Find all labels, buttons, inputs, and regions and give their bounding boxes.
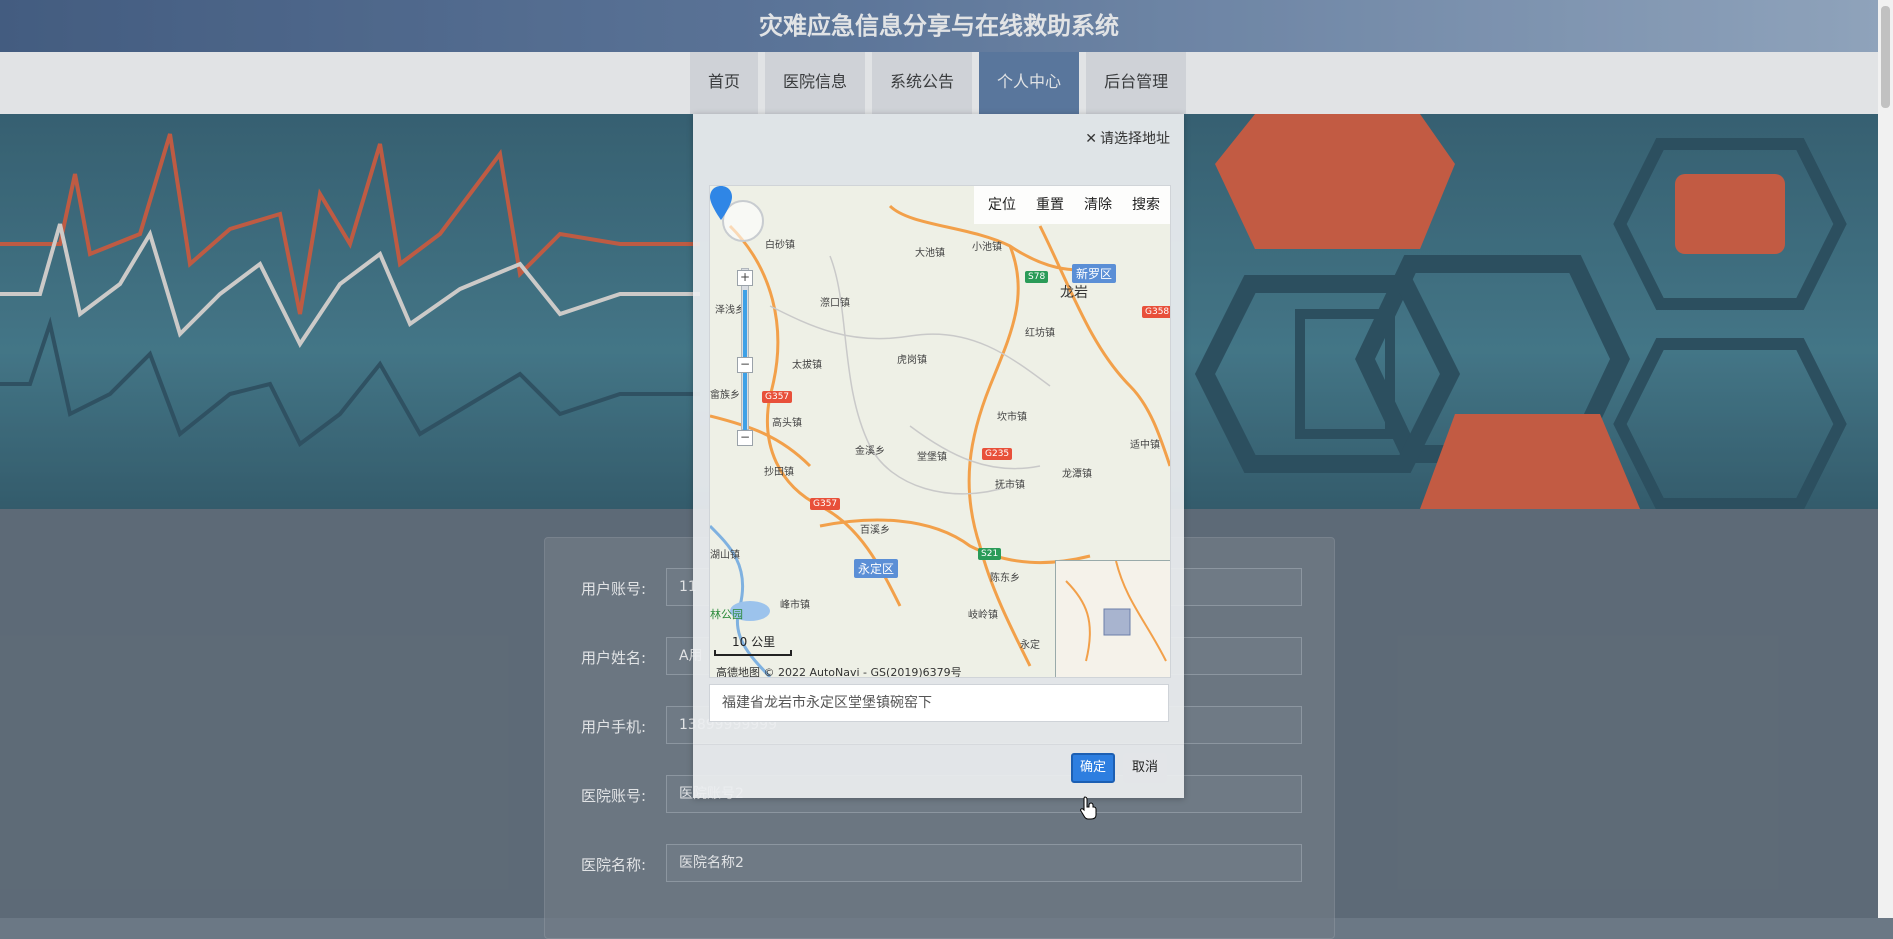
map-label: 林公园 [710,608,743,621]
zoom-slider[interactable] [741,268,749,430]
map-label: 抄田镇 [764,467,794,478]
map-district-label: 永定区 [854,559,899,578]
scrollbar-thumb[interactable] [1881,6,1890,108]
hand-cursor-icon [1080,796,1097,820]
map-label: 大池镇 [915,248,945,259]
road-badge: G358 [1142,306,1170,318]
zoom-handle[interactable]: − [737,357,753,373]
map-copyright: 高德地图 © 2022 AutoNavi - GS(2019)6379号 [716,666,962,678]
map-label: 高头镇 [772,418,802,429]
locate-button[interactable]: 定位 [974,186,1026,224]
map-label: 适中镇 [1130,440,1160,451]
zoom-in-button[interactable]: + [737,270,753,286]
map-label: 陈东乡 [990,573,1020,584]
road-badge: G357 [762,391,793,403]
map-label: 坎市镇 [997,412,1027,423]
location-pin-icon[interactable] [710,186,732,220]
map-view[interactable]: 白砂镇 大池镇 小池镇 新罗区 龙岩 漈口镇 泽浅乡 红坊镇 太拔镇 虎岗镇 畲… [709,185,1171,678]
road-badge: S78 [1025,271,1049,283]
search-button[interactable]: 搜索 [1122,186,1170,224]
map-label: 岐岭镇 [968,610,998,621]
clear-button[interactable]: 清除 [1074,186,1122,224]
vertical-scrollbar[interactable] [1878,0,1893,918]
map-label: 畲族乡 [710,390,740,401]
road-badge: S21 [978,548,1002,560]
map-label: 永定 [1020,640,1040,651]
map-label: 龙潭镇 [1062,469,1092,480]
cancel-button[interactable]: 取消 [1123,753,1167,783]
map-label: 白砂镇 [765,240,795,251]
dialog-close-button[interactable]: ✕ 请选择地址 [1085,128,1170,148]
address-picker-dialog: ✕ 请选择地址 白砂镇 大池镇 小池镇 新罗区 龙岩 漈口镇 泽浅乡 红坊镇 太… [693,114,1184,798]
map-scale-bar [714,650,792,656]
dialog-divider [693,744,1184,745]
reset-button[interactable]: 重置 [1026,186,1074,224]
dialog-title: 请选择地址 [1100,131,1170,147]
confirm-button[interactable]: 确定 [1071,753,1115,783]
road-badge: G357 [810,498,841,510]
map-city-label: 龙岩 [1060,285,1088,301]
minimap[interactable] [1055,560,1170,677]
map-label: 漈口镇 [820,298,850,309]
map-label: 堂堡镇 [917,452,947,463]
map-label: 百溪乡 [860,525,890,536]
map-toolbar: 定位 重置 清除 搜索 [974,186,1170,224]
map-label: 太拔镇 [792,360,822,371]
zoom-out-button[interactable]: − [737,430,753,446]
map-label: 虎岗镇 [897,355,927,366]
close-icon: ✕ [1085,131,1097,147]
map-label: 抚市镇 [995,480,1025,491]
map-label: 湖山镇 [710,550,740,561]
road-badge: G235 [982,448,1013,460]
map-label: 小池镇 [972,242,1002,253]
minimap-viewport[interactable] [1103,608,1131,636]
map-scale-label: 10 公里 [732,635,776,649]
map-label: 金溪乡 [855,446,885,457]
address-input[interactable]: 福建省龙岩市永定区堂堡镇碗窑下 [709,684,1169,722]
map-district-label: 新罗区 [1072,264,1117,283]
map-label: 红坊镇 [1025,328,1055,339]
minimap-roads [1065,561,1167,662]
map-label: 峰市镇 [780,600,810,611]
